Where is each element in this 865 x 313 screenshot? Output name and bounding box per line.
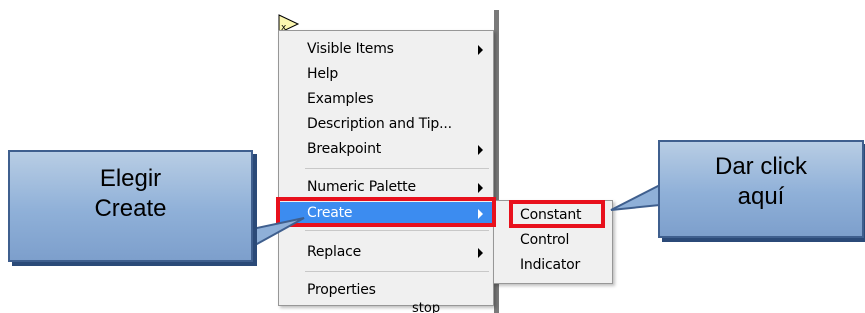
menu-item-replace[interactable]: Replace [279,241,493,263]
callout-text: Dar click aquí [714,153,807,210]
right-callout-tail [610,183,661,211]
menu-separator [305,230,489,231]
constant-highlight-box [509,200,605,228]
callout-elegir-create: Elegir Create [8,150,253,262]
submenu-arrow-icon [478,45,483,55]
menu-separator [305,168,489,169]
menu-item-examples[interactable]: Examples [279,88,493,110]
submenu-arrow-icon [478,183,483,193]
menu-item-label: Numeric Palette [307,179,416,195]
submenu-item-label: Control [520,232,570,248]
submenu-item-control[interactable]: Control [494,229,612,251]
callout-dar-click-aqui: Dar click aquí [658,140,864,238]
callout-text: Elegir Create [94,165,167,222]
menu-item-label: Help [307,66,339,82]
menu-item-label: Properties [307,282,376,298]
menu-item-breakpoint[interactable]: Breakpoint [279,138,493,160]
submenu-arrow-icon [478,145,483,155]
menu-item-label: Breakpoint [307,141,382,157]
menu-item-help[interactable]: Help [279,63,493,85]
submenu-item-indicator[interactable]: Indicator [494,254,612,276]
menu-item-label: Description and Tip... [307,116,452,132]
menu-item-label: Visible Items [307,41,394,57]
menu-item-label: Replace [307,244,361,260]
stop-label: stop [412,301,441,313]
context-menu: Visible Items Help Examples Description … [278,30,494,306]
create-highlight-box [276,197,496,227]
menu-item-properties[interactable]: Properties [279,279,493,301]
menu-separator [305,271,489,272]
menu-item-numeric-palette[interactable]: Numeric Palette [279,176,493,198]
submenu-arrow-icon [478,248,483,258]
menu-item-visible-items[interactable]: Visible Items [279,38,493,60]
menu-item-description-and-tip[interactable]: Description and Tip... [279,113,493,135]
submenu-item-label: Indicator [520,257,581,273]
menu-item-label: Examples [307,91,374,107]
